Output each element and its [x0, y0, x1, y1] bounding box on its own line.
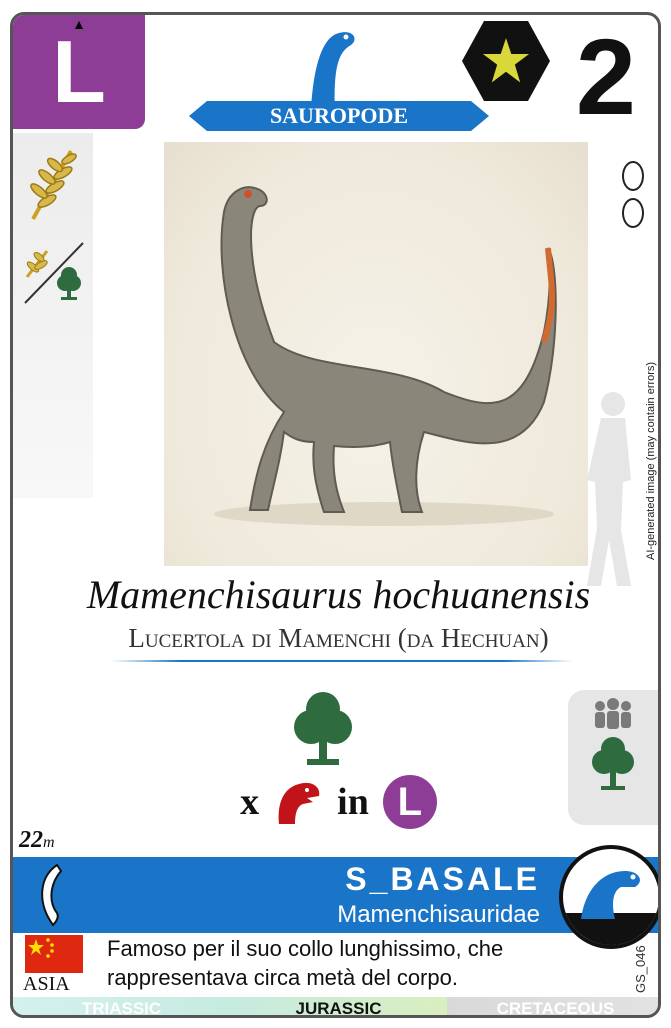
- egg-icon: [622, 161, 644, 191]
- cost-number: 2: [575, 16, 636, 137]
- length-value: 22: [19, 827, 43, 853]
- claw-icon: [41, 863, 63, 927]
- diet-strip: [13, 133, 93, 498]
- tree-icon: [294, 692, 352, 765]
- card-code: GS_046: [633, 945, 648, 993]
- period-bar: TRIASSIC JURASSIC CRETACEOUS: [13, 997, 658, 1015]
- family-name: Mamenchisauridae: [337, 901, 540, 928]
- tree-icon: [592, 737, 634, 790]
- common-name: Lucertola di Mamenchi (da Hechuan): [128, 623, 549, 653]
- herd-icon: [595, 698, 631, 729]
- period-cretaceous: CRETACEOUS: [447, 997, 658, 1015]
- requirement-size-badge: L: [382, 775, 437, 829]
- star-hexagon-icon: [462, 21, 550, 101]
- mamenchisaurus-image: [214, 186, 557, 526]
- group-banner: SAUROPODE: [189, 101, 489, 131]
- name-divider: [111, 660, 573, 662]
- dinosaur-card: L SAUROPODE 2 AI-generated image (may co…: [10, 12, 661, 1018]
- size-letter: L: [52, 22, 106, 121]
- dinosaur-illustration: [164, 142, 588, 566]
- clade-name: S_BASALE: [345, 861, 540, 897]
- fern-icon: [30, 150, 77, 220]
- habitat-strip: [568, 690, 658, 825]
- egg-icon: [622, 198, 644, 228]
- fern-or-tree-icon: [24, 242, 84, 304]
- human-silhouette-icon: [587, 392, 631, 586]
- length: 22m: [19, 827, 55, 854]
- scientific-name: Mamenchisaurus hochuanensis: [86, 572, 591, 617]
- period-triassic: TRIASSIC: [13, 997, 230, 1015]
- requirement-row: x in L: [13, 775, 658, 829]
- clade-emblem: [559, 845, 658, 949]
- sauropod-icon: [311, 32, 355, 111]
- size-badge: L: [13, 15, 145, 129]
- requirement-size-letter: L: [397, 779, 423, 824]
- sauropod-icon: [563, 871, 658, 945]
- length-unit: m: [43, 834, 55, 851]
- ai-disclaimer: AI-generated image (may contain errors): [645, 361, 657, 560]
- flag-china-icon: [25, 935, 83, 973]
- requirement-multiplier: x: [240, 781, 260, 823]
- period-jurassic: JURASSIC: [230, 997, 447, 1015]
- predator-icon: [278, 782, 320, 824]
- region: ASIA: [23, 973, 70, 995]
- size-tick-icon: [75, 21, 83, 29]
- description: Famoso per il suo collo lunghissimo, che…: [107, 936, 504, 990]
- requirement-connector: in: [337, 781, 369, 823]
